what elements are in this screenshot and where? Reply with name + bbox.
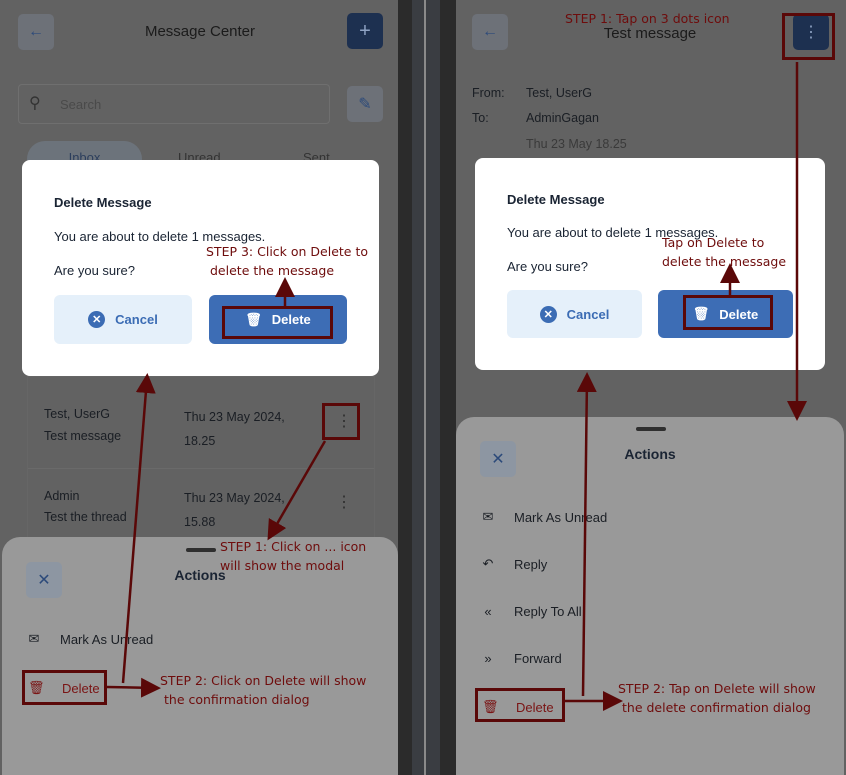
menu-item-mark-unread[interactable]: ✉ Mark As Unread	[480, 509, 608, 525]
message-sender: Test, UserG	[44, 407, 110, 421]
reply-all-icon: «	[484, 604, 492, 619]
dialog-question: Are you sure?	[507, 259, 588, 274]
message-subject: Test the thread	[44, 510, 127, 524]
page-title: Message Center	[144, 23, 256, 40]
message-time: 15.88	[184, 515, 216, 529]
menu-item-reply-all[interactable]: « Reply To All	[480, 604, 582, 619]
right-screen: ← Test message ⋮ From: Test, UserG To: A…	[456, 0, 846, 775]
sheet-handle[interactable]	[186, 548, 216, 552]
message-date: Thu 23 May 18.25	[526, 137, 627, 151]
highlight-delete-confirm	[683, 295, 773, 330]
item-label: Reply	[514, 556, 548, 572]
highlight-delete-confirm	[222, 306, 333, 339]
search-icon: ⚲	[29, 95, 41, 112]
mail-unread-icon: ✉	[28, 631, 40, 646]
add-button[interactable]: +	[347, 13, 383, 49]
highlight-more-button	[782, 13, 835, 60]
message-time: 18.25	[184, 434, 216, 448]
menu-item-reply[interactable]: ↶ Reply	[480, 556, 548, 572]
reply-icon: ↶	[482, 556, 494, 571]
more-vertical-icon[interactable]: ⋮	[336, 492, 352, 512]
cancel-button[interactable]: ✕ Cancel	[507, 290, 642, 338]
pencil-icon: ✎	[358, 96, 372, 113]
annotation-step2: STEP 2: Click on Delete will show the con…	[160, 673, 367, 707]
message-date: Thu 23 May 2024,	[184, 491, 285, 505]
dialog-title: Delete Message	[507, 192, 605, 207]
search-placeholder: Search	[60, 97, 102, 112]
menu-item-mark-unread[interactable]: ✉ Mark As Unread	[26, 631, 154, 647]
cancel-button[interactable]: ✕ Cancel	[54, 295, 192, 344]
highlight-delete-action	[475, 688, 565, 722]
menu-item-forward[interactable]: » Forward	[480, 651, 562, 666]
divider-line	[424, 0, 426, 775]
from-value: Test, UserG	[526, 86, 592, 100]
message-subject: Test message	[44, 429, 122, 443]
message-date: Thu 23 May 2024,	[184, 410, 285, 424]
left-screen: ← Message Center + ⚲ Search ✎ Inbox Unre…	[0, 0, 398, 775]
close-circle-icon: ✕	[88, 311, 106, 328]
dialog-title: Delete Message	[54, 195, 152, 210]
highlight-delete-action	[22, 670, 107, 705]
item-label: Mark As Unread	[514, 509, 608, 525]
item-label: Forward	[514, 651, 562, 666]
annotation-step3: Tap on Delete to delete the message	[662, 235, 787, 269]
sheet-handle[interactable]	[636, 427, 666, 431]
item-label: Reply To All	[514, 604, 582, 619]
close-circle-icon: ✕	[539, 305, 557, 323]
message-sender: Admin	[44, 489, 80, 503]
compose-button[interactable]: ✎	[347, 86, 383, 122]
forward-icon: »	[484, 651, 492, 666]
mail-unread-icon: ✉	[482, 509, 494, 524]
to-value: AdminGagan	[526, 111, 599, 125]
from-label: From:	[472, 86, 505, 100]
message-list: Test, UserG Test message Thu 23 May 2024…	[27, 376, 375, 546]
plus-icon: +	[359, 19, 371, 42]
search-input[interactable]: ⚲ Search	[18, 84, 330, 124]
annotation-step1: STEP 1: Click on ... icon will show the m…	[220, 539, 367, 573]
item-label: Mark As Unread	[60, 631, 154, 647]
cancel-label: Cancel	[115, 312, 158, 327]
annotation-step1: STEP 1: Tap on 3 dots icon	[565, 11, 730, 26]
highlight-more-icon	[322, 403, 360, 440]
sheet-title: Actions	[624, 446, 676, 462]
divider	[412, 0, 440, 775]
to-label: To:	[472, 111, 489, 125]
cancel-label: Cancel	[566, 306, 610, 322]
annotation-step3: STEP 3: Click on Delete to delete the mes…	[206, 244, 369, 278]
dialog-question: Are you sure?	[54, 263, 135, 278]
annotation-step2: STEP 2: Tap on Delete will show the delet…	[618, 681, 816, 715]
